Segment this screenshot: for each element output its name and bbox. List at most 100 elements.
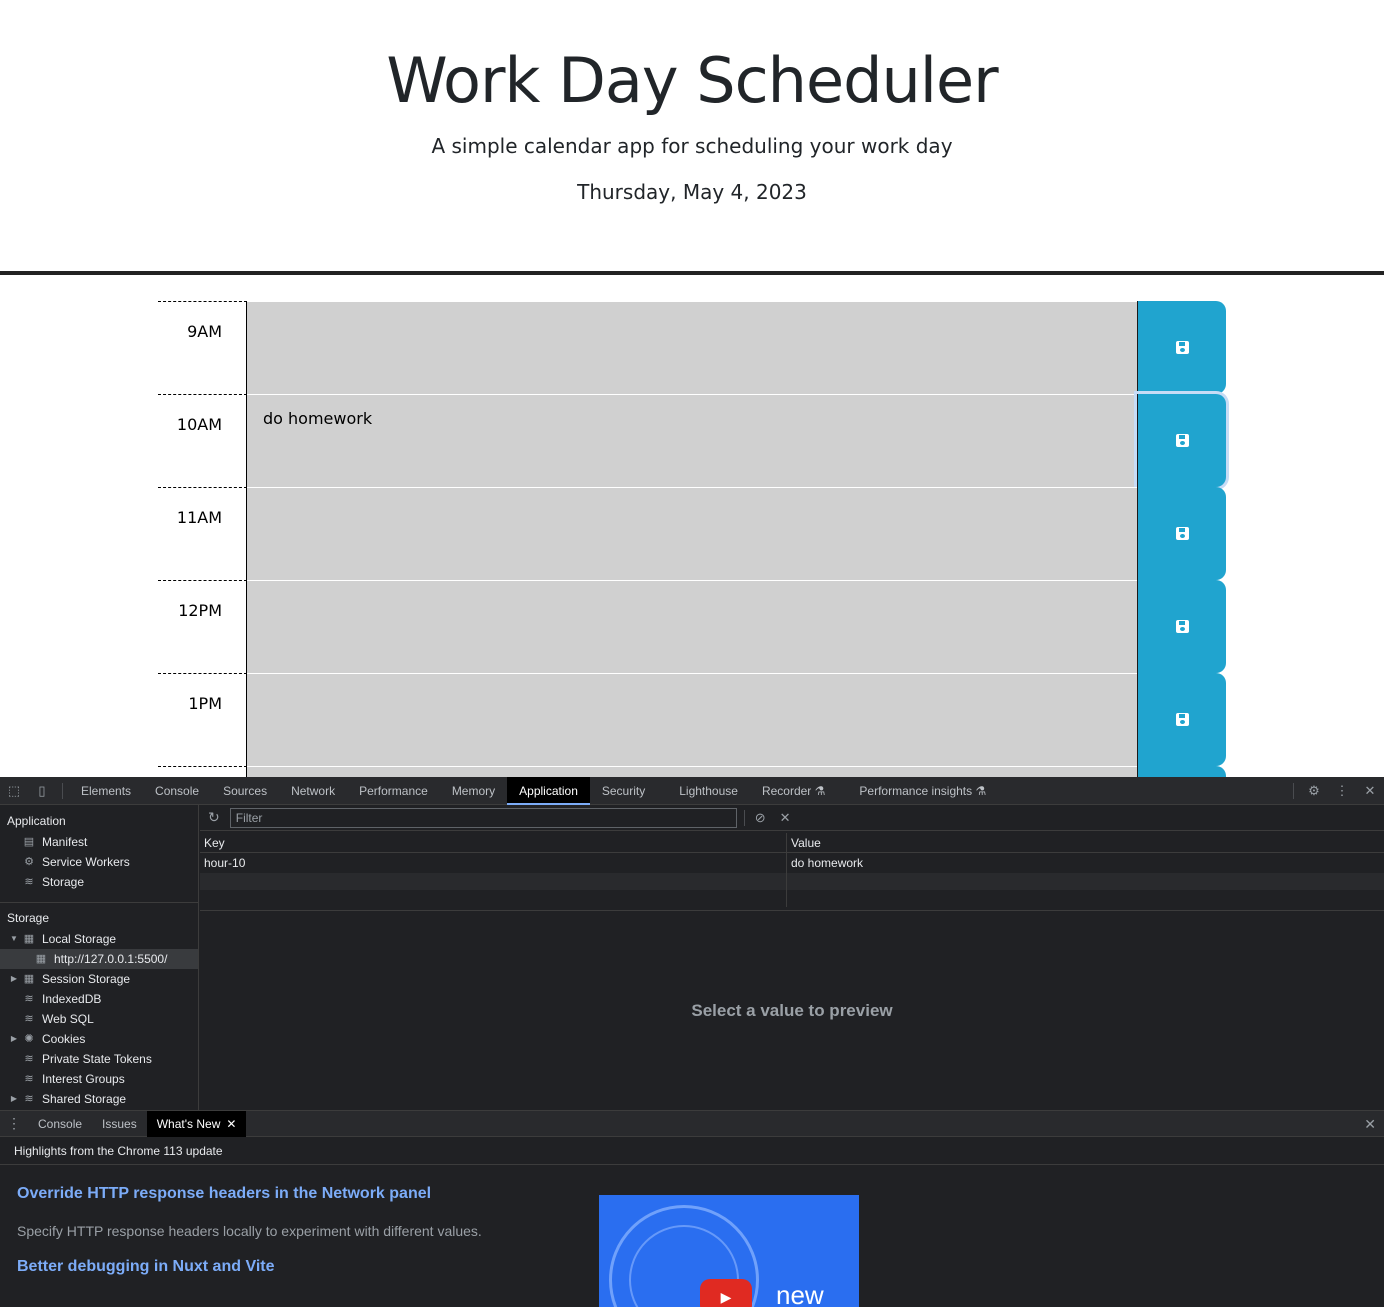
save-icon: [1175, 434, 1189, 447]
filter-input[interactable]: Filter: [229, 807, 737, 828]
table-cell-empty: [200, 890, 787, 907]
table-row[interactable]: hour-10 do homework: [200, 853, 1384, 873]
database-icon: ≋: [24, 1093, 34, 1105]
column-header-key[interactable]: Key: [200, 833, 787, 852]
sidebar-divider: [0, 902, 198, 903]
table-cell-key[interactable]: hour-10: [200, 853, 787, 873]
description-textarea[interactable]: [247, 766, 1137, 777]
time-block-list: 9AM 10AM do homework 11AM 12PM 1PM: [158, 301, 1226, 777]
more-options-icon[interactable]: ⋮: [1328, 777, 1356, 805]
time-block: 12PM: [158, 580, 1226, 673]
device-toolbar-icon[interactable]: ▯: [28, 777, 56, 805]
database-icon: ≋: [24, 1053, 34, 1065]
devtools-tabbar: ⬚ ▯ Elements Console Sources Network Per…: [0, 777, 1384, 805]
refresh-icon[interactable]: ↻: [208, 809, 220, 826]
description-textarea[interactable]: [247, 487, 1137, 580]
database-icon: ≋: [24, 876, 34, 888]
save-button[interactable]: [1137, 487, 1226, 580]
sidebar-item-session-storage[interactable]: ▶ ▦ Session Storage: [0, 969, 198, 989]
hour-label: 1PM: [158, 673, 247, 766]
sidebar-item-shared-storage[interactable]: ▶ ≋ Shared Storage: [0, 1089, 198, 1109]
sidebar-item-label: Cookies: [42, 1032, 86, 1046]
database-icon: ≋: [24, 1073, 34, 1085]
value-preview-placeholder: Select a value to preview: [691, 1000, 893, 1020]
save-button[interactable]: [1137, 766, 1226, 777]
tab-performance-insights[interactable]: Performance insights ⚗: [837, 777, 998, 805]
sidebar-item-label: http://127.0.0.1:5500/: [54, 952, 168, 966]
drawer-tab-console[interactable]: Console: [28, 1111, 92, 1137]
table-cell-value[interactable]: do homework: [787, 853, 1384, 873]
tab-application[interactable]: Application: [507, 777, 590, 805]
sidebar-item-manifest[interactable]: ▤ Manifest: [0, 832, 198, 852]
gear-icon: ⚙: [24, 856, 34, 868]
toolbar-divider: [62, 782, 63, 799]
play-icon[interactable]: ▶: [700, 1279, 752, 1307]
clear-all-icon[interactable]: ⊘: [755, 810, 766, 826]
sidebar-item-label: Service Workers: [42, 855, 130, 869]
sidebar-item-label: Shared Storage: [42, 1092, 127, 1106]
whats-new-link[interactable]: Better debugging in Nuxt and Vite: [17, 1258, 275, 1276]
inspect-element-icon[interactable]: ⬚: [0, 777, 28, 805]
hour-label: [158, 766, 247, 777]
expanded-triangle-icon[interactable]: ▼: [8, 929, 20, 949]
description-textarea[interactable]: [247, 580, 1137, 673]
collapsed-triangle-icon[interactable]: ▶: [8, 1029, 20, 1049]
application-panel: Application ▤ Manifest ⚙ Service Workers ≋…: [0, 805, 1384, 1110]
time-block: 9AM: [158, 301, 1226, 394]
table-row-empty: [200, 890, 1384, 907]
database-icon: ≋: [24, 993, 34, 1005]
tab-lighthouse[interactable]: Lighthouse: [657, 777, 750, 805]
tab-performance[interactable]: Performance: [347, 777, 440, 805]
save-icon: [1175, 713, 1189, 726]
sidebar-item-label: Interest Groups: [42, 1072, 125, 1086]
page-lead: A simple calendar app for scheduling you…: [431, 134, 953, 158]
scheduler-page: Work Day Scheduler A simple calendar app…: [0, 0, 1384, 777]
tab-memory[interactable]: Memory: [440, 777, 507, 805]
settings-gear-icon[interactable]: ⚙: [1300, 777, 1328, 805]
sidebar-item-local-storage-origin[interactable]: ▦ http://127.0.0.1:5500/: [0, 949, 198, 969]
sidebar-item-local-storage[interactable]: ▼ ▦ Local Storage: [0, 929, 198, 949]
storage-table: Key Value hour-10 do homework: [200, 833, 1384, 907]
save-button[interactable]: [1137, 580, 1226, 673]
sidebar-item-service-workers[interactable]: ⚙ Service Workers: [0, 852, 198, 872]
save-button[interactable]: [1137, 301, 1226, 394]
column-header-value[interactable]: Value: [787, 833, 1384, 852]
collapsed-triangle-icon[interactable]: ▶: [8, 1089, 20, 1109]
tab-console[interactable]: Console: [143, 777, 211, 805]
grid-table-icon: ▦: [35, 953, 47, 965]
database-icon: ≋: [24, 1013, 34, 1025]
sidebar-item-indexeddb[interactable]: ≋ IndexedDB: [0, 989, 198, 1009]
drawer-tab-issues[interactable]: Issues: [92, 1111, 147, 1137]
tab-recorder[interactable]: Recorder ⚗: [750, 777, 837, 805]
sidebar-item-web-sql[interactable]: ≋ Web SQL: [0, 1009, 198, 1029]
tab-elements[interactable]: Elements: [69, 777, 143, 805]
close-drawer-icon[interactable]: ✕: [1364, 1111, 1376, 1137]
application-sidebar: Application ▤ Manifest ⚙ Service Workers ≋…: [0, 805, 199, 1110]
drawer-tab-whats-new[interactable]: What's New ✕: [146, 1110, 247, 1137]
delete-selected-icon[interactable]: ✕: [780, 810, 791, 826]
save-button[interactable]: [1137, 394, 1226, 487]
close-devtools-icon[interactable]: ✕: [1356, 777, 1384, 805]
description-textarea[interactable]: [247, 301, 1137, 394]
sidebar-header-application: Application: [7, 814, 66, 828]
close-tab-icon[interactable]: ✕: [226, 1117, 236, 1131]
collapsed-triangle-icon[interactable]: ▶: [8, 969, 20, 989]
whats-new-video-thumbnail[interactable]: ▶ new: [599, 1195, 859, 1307]
description-textarea[interactable]: [247, 673, 1137, 766]
current-date: Thursday, May 4, 2023: [577, 180, 807, 204]
save-button[interactable]: [1137, 673, 1226, 766]
save-icon: [1175, 527, 1189, 540]
description-textarea[interactable]: do homework: [247, 394, 1137, 487]
sidebar-item-storage[interactable]: ≋ Storage: [0, 872, 198, 892]
tab-sources[interactable]: Sources: [211, 777, 279, 805]
tab-network[interactable]: Network: [279, 777, 347, 805]
sidebar-item-private-state-tokens[interactable]: ≋ Private State Tokens: [0, 1049, 198, 1069]
hour-label: 11AM: [158, 487, 247, 580]
drawer-menu-icon[interactable]: ⋮: [0, 1115, 28, 1132]
sidebar-item-cookies[interactable]: ▶ ✺ Cookies: [0, 1029, 198, 1049]
tab-security[interactable]: Security: [590, 777, 657, 805]
whats-new-link[interactable]: Override HTTP response headers in the Ne…: [17, 1185, 431, 1203]
sidebar-item-interest-groups[interactable]: ≋ Interest Groups: [0, 1069, 198, 1089]
whats-new-content: Override HTTP response headers in the Ne…: [0, 1165, 1384, 1307]
time-block: 10AM do homework: [158, 394, 1226, 487]
